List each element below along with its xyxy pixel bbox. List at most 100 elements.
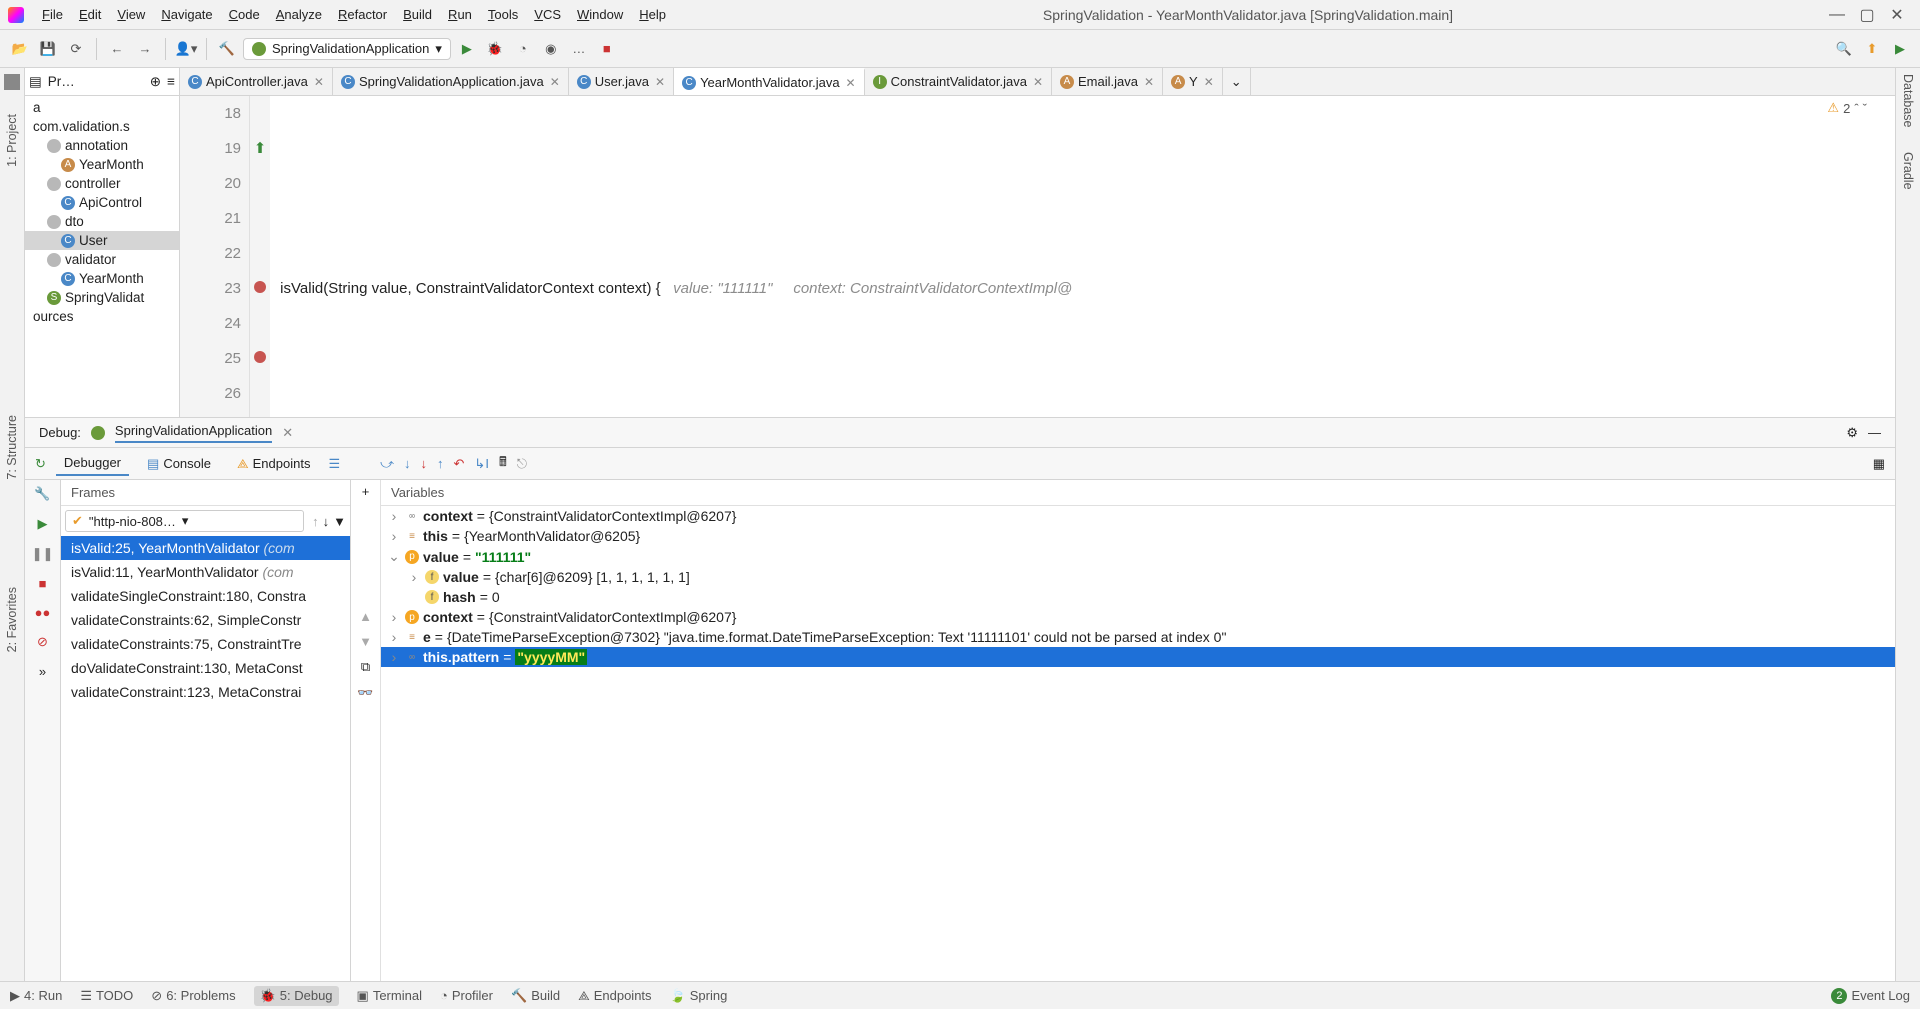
ide-run-icon[interactable]: ▶ — [1888, 37, 1912, 61]
menu-build[interactable]: Build — [395, 4, 440, 25]
settings-icon[interactable]: ⚙ — [1846, 425, 1858, 441]
menu-navigate[interactable]: Navigate — [153, 4, 220, 25]
forward-icon[interactable]: → — [133, 37, 157, 61]
menu-code[interactable]: Code — [221, 4, 268, 25]
filter-frames-icon[interactable]: ▼ — [333, 514, 346, 529]
console-tab[interactable]: ▤Console — [139, 452, 219, 476]
debug-button-icon[interactable]: 🐞 — [483, 37, 507, 61]
chevron-up-icon[interactable]: ˆ — [1854, 101, 1858, 116]
gradle-tool-button[interactable]: Gradle — [1901, 152, 1915, 190]
add-watch-icon[interactable]: + — [362, 484, 370, 499]
close-tab-icon[interactable]: ✕ — [655, 75, 665, 89]
layout-icon[interactable]: ▦ — [1873, 456, 1885, 472]
hide-panel-icon[interactable]: — — [1868, 425, 1881, 440]
stack-frame[interactable]: isValid:11, YearMonthValidator (com — [61, 560, 350, 584]
collapse-icon[interactable]: ≡ — [167, 74, 175, 89]
todo-tool-button[interactable]: ☰ TODO — [80, 988, 133, 1004]
favorites-tool-button[interactable]: 2: Favorites — [5, 587, 19, 652]
variable-row[interactable]: ›≡this = {YearMonthValidator@6205} — [381, 526, 1895, 546]
open-icon[interactable]: 📂 — [8, 37, 32, 61]
editor-tab[interactable]: AY✕ — [1163, 68, 1223, 95]
variable-row[interactable]: ⌄pvalue = "111111" — [381, 546, 1895, 567]
menu-refactor[interactable]: Refactor — [330, 4, 395, 25]
breakpoint-icon[interactable] — [254, 281, 266, 293]
close-session-icon[interactable]: ✕ — [282, 425, 293, 441]
editor-tab[interactable]: CSpringValidationApplication.java✕ — [333, 68, 569, 95]
run-to-cursor-icon[interactable]: ↳I — [474, 456, 489, 472]
copy-icon[interactable]: ⧉ — [361, 659, 370, 675]
code-area[interactable]: ⚠ 2 ˆ ˇ 1819 2021 2223 2425 26 ⬆ — [180, 96, 1895, 417]
attach-icon[interactable]: … — [567, 37, 591, 61]
coverage-icon[interactable]: ◔ — [511, 37, 535, 61]
step-over-icon[interactable]: ⤻ — [380, 456, 394, 472]
maximize-button[interactable]: ▢ — [1852, 5, 1882, 25]
variable-row[interactable]: ›∞context = {ConstraintValidatorContextI… — [381, 506, 1895, 526]
profile-icon[interactable]: ◉ — [539, 37, 563, 61]
next-frame-icon[interactable]: ↓ — [323, 514, 330, 529]
refresh-icon[interactable]: ⟳ — [64, 37, 88, 61]
menu-help[interactable]: Help — [631, 4, 674, 25]
debugger-tab[interactable]: Debugger — [56, 451, 129, 476]
endpoints-tool-button[interactable]: ⟁ Endpoints — [578, 988, 651, 1004]
override-icon[interactable]: ⬆ — [254, 140, 267, 157]
profiler-tool-button[interactable]: ◔ Profiler — [440, 988, 493, 1003]
pause-icon[interactable]: ❚❚ — [32, 546, 54, 562]
tree-item[interactable]: validator — [25, 250, 179, 269]
project-view-icon[interactable]: ▤ — [29, 74, 42, 90]
breakpoint-icon[interactable] — [254, 351, 266, 363]
step-into-icon[interactable]: ↓ — [404, 456, 411, 471]
close-tab-icon[interactable]: ✕ — [1144, 75, 1154, 89]
stack-frame[interactable]: validateConstraint:123, MetaConstrai — [61, 680, 350, 704]
run-config-selector[interactable]: SpringValidationApplication ▾ — [243, 38, 451, 60]
editor-tab[interactable]: CApiController.java✕ — [180, 68, 333, 95]
rerun-icon[interactable]: ↻ — [35, 456, 46, 472]
variables-list[interactable]: ›∞context = {ConstraintValidatorContextI… — [381, 506, 1895, 981]
spring-tool-button[interactable]: 🍃 Spring — [670, 988, 728, 1004]
close-tab-icon[interactable]: ✕ — [314, 75, 324, 89]
drop-frame-icon[interactable]: ↶ — [454, 456, 465, 472]
search-icon[interactable]: 🔍 — [1832, 37, 1856, 61]
menu-view[interactable]: View — [109, 4, 153, 25]
more-tabs-icon[interactable]: ⌄ — [1223, 68, 1251, 95]
force-step-into-icon[interactable]: ↓ — [421, 456, 428, 471]
stack-frame[interactable]: isValid:25, YearMonthValidator (com — [61, 536, 350, 560]
close-button[interactable]: ✕ — [1882, 5, 1912, 25]
tree-item[interactable]: controller — [25, 174, 179, 193]
tree-item[interactable]: com.validation.s — [25, 117, 179, 136]
more-icon[interactable]: » — [39, 664, 46, 679]
frame-list[interactable]: isValid:25, YearMonthValidator (comisVal… — [61, 536, 350, 981]
target-icon[interactable]: ⊕ — [150, 74, 161, 90]
mute-breakpoints-icon[interactable]: ⊘ — [37, 634, 48, 650]
evaluate-icon[interactable]: 🖩 — [499, 453, 507, 475]
menu-tools[interactable]: Tools — [480, 4, 526, 25]
editor-tab[interactable]: CYearMonthValidator.java✕ — [674, 68, 865, 95]
tree-item[interactable]: SSpringValidat — [25, 288, 179, 307]
variable-row[interactable]: ›pcontext = {ConstraintValidatorContextI… — [381, 607, 1895, 627]
menu-analyze[interactable]: Analyze — [268, 4, 330, 25]
glasses-icon[interactable]: 👓 — [357, 685, 373, 701]
trace-icon[interactable]: ⎋ — [517, 456, 527, 472]
problems-tool-button[interactable]: ⊘ 6: Problems — [151, 988, 235, 1004]
tree-item[interactable]: CUser — [25, 231, 179, 250]
prev-frame-icon[interactable]: ↑ — [312, 514, 319, 529]
save-icon[interactable]: 💾 — [36, 37, 60, 61]
database-tool-button[interactable]: Database — [1901, 74, 1915, 128]
stop-icon[interactable]: ■ — [595, 37, 619, 61]
scroll-down-icon[interactable]: ▼ — [359, 634, 372, 649]
variable-row[interactable]: fhash = 0 — [381, 587, 1895, 607]
variable-row[interactable]: ›∞this.pattern = "yyyyMM" — [381, 647, 1895, 667]
structure-tool-button[interactable]: 7: Structure — [5, 415, 19, 480]
build-tool-button[interactable]: 🔨 Build — [511, 988, 560, 1004]
menu-edit[interactable]: Edit — [71, 4, 109, 25]
project-tree[interactable]: acom.validation.sannotationAYearMonthcon… — [25, 96, 179, 328]
users-icon[interactable]: 👤▾ — [174, 37, 198, 61]
code-lines[interactable]: isValid(String value, ConstraintValidato… — [270, 96, 1895, 417]
scroll-up-icon[interactable]: ▲ — [359, 609, 372, 624]
menu-file[interactable]: File — [34, 4, 71, 25]
editor-tab[interactable]: AEmail.java✕ — [1052, 68, 1163, 95]
debug-tool-button[interactable]: 🐞 5: Debug — [254, 986, 339, 1006]
tree-item[interactable]: a — [25, 98, 179, 117]
back-icon[interactable]: ← — [105, 37, 129, 61]
menu-window[interactable]: Window — [569, 4, 631, 25]
menu-vcs[interactable]: VCS — [526, 4, 569, 25]
